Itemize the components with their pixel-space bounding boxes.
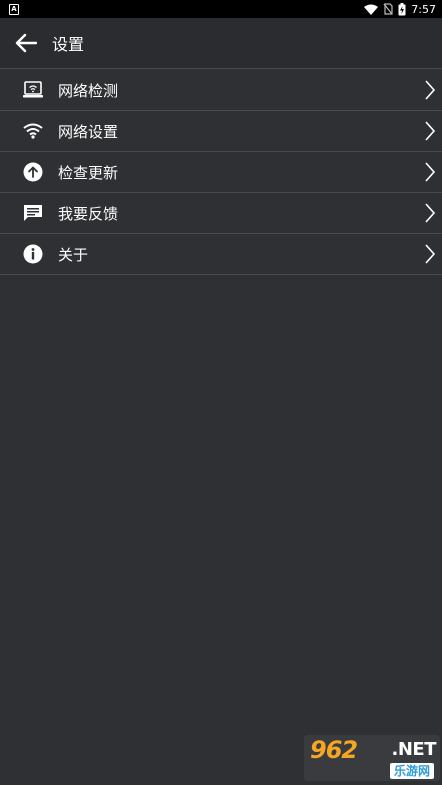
status-left: A <box>9 3 19 15</box>
watermark-logo: 962 .NET 乐游网 <box>304 735 440 781</box>
menu-item-label: 我要反馈 <box>58 204 119 223</box>
settings-menu-list: 网络检测 网络设置 检查更新 我要反馈 关于 <box>0 70 442 275</box>
menu-item-check-update[interactable]: 检查更新 <box>0 152 442 193</box>
chevron-right-icon <box>424 121 436 141</box>
watermark-suffix: .NET <box>391 739 437 760</box>
status-right: 7:57 <box>364 2 436 16</box>
upload-arrow-icon <box>22 161 44 183</box>
menu-item-label: 关于 <box>58 245 89 264</box>
page-title: 设置 <box>52 35 85 54</box>
chevron-right-icon <box>424 80 436 100</box>
menu-item-network-check[interactable]: 网络检测 <box>0 70 442 111</box>
feedback-message-icon <box>22 202 44 224</box>
chevron-right-icon <box>424 203 436 223</box>
info-icon <box>22 243 44 265</box>
arrow-left-icon <box>15 33 37 53</box>
status-bar: A 7:57 <box>0 0 442 18</box>
back-button[interactable] <box>11 28 41 58</box>
battery-charging-icon <box>398 2 406 16</box>
menu-item-label: 检查更新 <box>58 163 119 182</box>
menu-item-feedback[interactable]: 我要反馈 <box>0 193 442 234</box>
no-sim-icon <box>383 3 393 15</box>
menu-item-label: 网络检测 <box>58 81 119 100</box>
network-check-icon <box>22 79 44 101</box>
menu-item-network-settings[interactable]: 网络设置 <box>0 111 442 152</box>
chevron-right-icon <box>424 162 436 182</box>
status-time: 7:57 <box>411 2 436 16</box>
menu-item-label: 网络设置 <box>58 122 119 141</box>
watermark-number: 962 <box>310 736 358 764</box>
chevron-right-icon <box>424 244 436 264</box>
wifi-icon <box>22 120 44 142</box>
app-bar: 设置 <box>0 18 442 69</box>
wifi-icon <box>364 4 379 15</box>
menu-item-about[interactable]: 关于 <box>0 234 442 275</box>
notification-icon: A <box>9 3 19 15</box>
watermark-site-name: 乐游网 <box>389 763 434 779</box>
